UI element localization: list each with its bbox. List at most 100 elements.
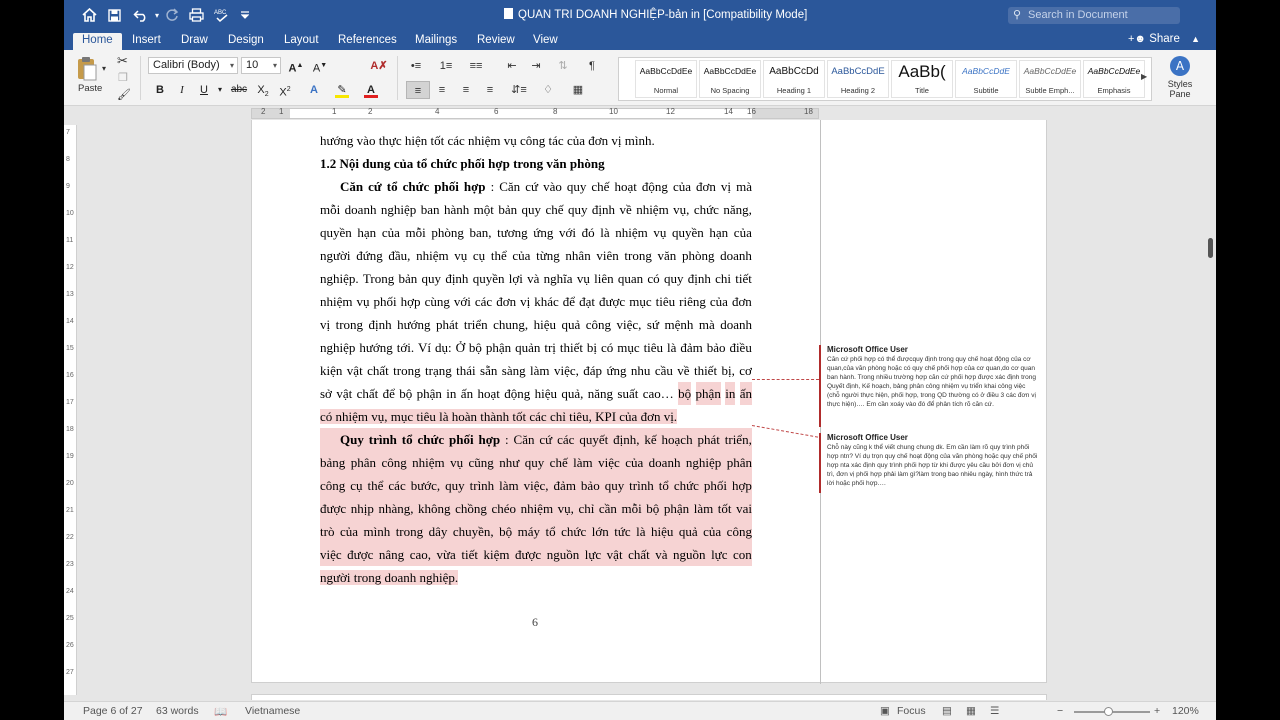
align-right-icon[interactable]: ≡	[454, 81, 478, 99]
search-input[interactable]: ⚲ Search in Document	[1008, 7, 1180, 24]
customize-toolbar-icon[interactable]	[240, 6, 250, 24]
align-center-icon[interactable]: ≡	[430, 81, 454, 99]
style-no-spacing[interactable]: AaBbCcDdEe No Spacing	[699, 60, 761, 98]
shrink-font-icon[interactable]: A▼	[310, 57, 330, 75]
document-line[interactable]: nghiệp. Trong bản quy định quyền lợi và nghĩa vụ l…	[320, 267, 752, 290]
highlight-color-icon[interactable]: ✎	[332, 81, 352, 99]
home-icon[interactable]	[80, 6, 98, 24]
style-heading-1[interactable]: AaBbCcDd Heading 1	[763, 60, 825, 98]
numbering-icon[interactable]: 1≡	[434, 57, 458, 75]
sort-icon[interactable]: ⇅	[551, 57, 575, 75]
next-page[interactable]	[251, 694, 1047, 700]
document-line[interactable]: người đứng đầu, nhiệm vụ cụ thể của từng nhân viên…	[320, 244, 752, 267]
show-formatting-marks-icon[interactable]: ¶	[580, 57, 604, 75]
paste-button[interactable]	[76, 56, 102, 81]
vertical-ruler[interactable]: 7 8 9 10 11 12 13 14 15 16 17 18 19 20 21 22 23 24 25 26 27	[64, 125, 77, 695]
document-line[interactable]: hướng vào thực hiện tốt các nhiệm vụ côn…	[320, 129, 752, 152]
undo-dropdown-icon[interactable]: ▾	[153, 6, 161, 24]
document-line[interactable]: Căn cứ tổ chức phối hợp: Căn cứ vào quy chế hoạt độn…	[320, 175, 752, 198]
zoom-slider-knob[interactable]	[1104, 707, 1113, 716]
document-line[interactable]: Quy trình tổ chức phối hợp: Căn cứ các quyết định,…	[320, 428, 752, 451]
redo-icon[interactable]	[164, 6, 180, 24]
bullets-icon[interactable]: •≡	[404, 57, 428, 75]
paste-dropdown-icon[interactable]: ▾	[102, 64, 106, 73]
horizontal-ruler[interactable]: 2 1 1 2 4 6 8 10 12 14 16 18	[64, 107, 1216, 120]
format-painter-icon[interactable]: 🖌	[117, 88, 131, 101]
style-emphasis[interactable]: AaBbCcDdEe Emphasis	[1083, 60, 1145, 98]
style-subtitle[interactable]: AaBbCcDdE Subtitle	[955, 60, 1017, 98]
superscript-icon[interactable]: X2	[275, 81, 295, 99]
tab-layout[interactable]: Layout	[275, 33, 328, 50]
shading-icon[interactable]: ♢	[536, 81, 560, 99]
outline-view-icon[interactable]: ☰	[990, 705, 999, 717]
zoom-level[interactable]: 120%	[1172, 705, 1199, 717]
document-line[interactable]: nhiệm vụ phối hợp cùng với các đơn vị khác để đạt đư…	[320, 290, 752, 313]
subscript-icon[interactable]: X2	[253, 81, 273, 99]
focus-label[interactable]: Focus	[897, 705, 926, 717]
tab-design[interactable]: Design	[219, 33, 273, 50]
document-line[interactable]: sở vật chất để bộ phận in ấn hoạt động hiệu quả, năn…	[320, 382, 752, 405]
style-title[interactable]: AaBb(Title	[891, 60, 953, 98]
share-button[interactable]: +☻ Share ▲	[1128, 33, 1200, 45]
document-line[interactable]: việc được nâng cao, vừa tiết kiệm được nguồn lực v…	[320, 543, 752, 566]
grow-font-icon[interactable]: A▲	[286, 57, 306, 75]
styles-pane-button[interactable]: A Styles Pane	[1162, 56, 1198, 99]
cut-icon[interactable]: ✂	[117, 53, 128, 69]
increase-indent-icon[interactable]: ⇥	[524, 57, 548, 75]
focus-mode-icon[interactable]: ▣	[880, 705, 890, 717]
italic-icon[interactable]: I	[172, 81, 192, 99]
line-spacing-icon[interactable]: ⇵≡	[507, 81, 531, 99]
tab-mailings[interactable]: Mailings	[406, 33, 466, 50]
document-line[interactable]: có nhiệm vụ, mục tiêu là hoàn thành tốt …	[320, 405, 752, 428]
style-subtle-emphasis[interactable]: AaBbCcDdEe Subtle Emph...	[1019, 60, 1081, 98]
document-line[interactable]: vị trong định hướng phát triển chung, hiệu quả cô…	[320, 313, 752, 336]
scrollbar-thumb[interactable]	[1208, 238, 1213, 258]
style-normal[interactable]: AaBbCcDdEe Normal	[635, 60, 697, 98]
tab-home[interactable]: Home	[73, 33, 122, 50]
font-name-dropdown[interactable]: Calibri (Body) ▾	[148, 57, 238, 74]
document-line[interactable]: 1.2 Nội dung của tổ chức phối hợp trong …	[320, 152, 752, 175]
zoom-out-icon[interactable]: −	[1057, 705, 1063, 717]
proofing-icon[interactable]: 📖	[214, 705, 227, 718]
word-count[interactable]: 63 words	[156, 705, 199, 717]
print-layout-view-icon[interactable]: ▤	[942, 705, 952, 717]
save-icon[interactable]	[106, 6, 122, 24]
document-line[interactable]: trò của mình trong dây chuyền, bộ máy tổ chức lớn t…	[320, 520, 752, 543]
tab-review[interactable]: Review	[468, 33, 524, 50]
clear-formatting-icon[interactable]: A✗	[369, 57, 389, 75]
document-line[interactable]: công cụ thể các bước, quy trình làm việc, đảm bảo q…	[320, 474, 752, 497]
undo-icon[interactable]	[130, 6, 152, 24]
tab-references[interactable]: References	[329, 33, 406, 50]
multilevel-list-icon[interactable]: ≡≡	[464, 57, 488, 75]
comment-balloon[interactable]: Microsoft Office User Căn cứ phối hợp có…	[819, 345, 1039, 427]
tab-draw[interactable]: Draw	[172, 33, 217, 50]
document-line[interactable]: mỗi doanh nghiệp ban hành một bản quy chế quy định…	[320, 198, 752, 221]
document-line[interactable]: được nhịp nhàng, không chồng chéo nhiệm vụ, chỉ c…	[320, 497, 752, 520]
document-canvas[interactable]: hướng vào thực hiện tốt các nhiệm vụ côn…	[77, 120, 1199, 700]
document-line[interactable]: quyền hạn của mỗi phòng ban, tương ứng với đó là nh…	[320, 221, 752, 244]
document-page[interactable]: hướng vào thực hiện tốt các nhiệm vụ côn…	[251, 120, 1047, 684]
print-icon[interactable]	[187, 6, 205, 24]
spelling-check-icon[interactable]: ABC	[212, 6, 230, 24]
font-color-icon[interactable]: A	[361, 81, 381, 99]
strikethrough-icon[interactable]: abc	[227, 81, 251, 99]
align-left-icon[interactable]: ≡	[406, 81, 430, 99]
gallery-scroll-right-icon[interactable]: ▶	[1141, 72, 1147, 81]
justify-icon[interactable]: ≡	[478, 81, 502, 99]
web-layout-view-icon[interactable]: ▦	[966, 705, 976, 717]
style-heading-2[interactable]: AaBbCcDdE Heading 2	[827, 60, 889, 98]
tab-view[interactable]: View	[524, 33, 567, 50]
document-body[interactable]: hướng vào thực hiện tốt các nhiệm vụ côn…	[320, 129, 752, 589]
language[interactable]: Vietnamese	[245, 705, 300, 717]
document-line[interactable]: nghiệp hướng tới. Ví dụ: Ởbộ phận quản trị thiết b…	[320, 336, 752, 359]
document-line[interactable]: người trong doanh nghiệp.	[320, 566, 752, 589]
page-count[interactable]: Page 6 of 27	[83, 705, 143, 717]
document-line[interactable]: bảng phân công nhiệm vụ cũng như quy chế làm việc c…	[320, 451, 752, 474]
borders-icon[interactable]: ▦	[566, 81, 590, 99]
zoom-in-icon[interactable]: +	[1154, 705, 1160, 717]
vertical-scrollbar[interactable]	[1206, 120, 1216, 700]
bold-icon[interactable]: B	[150, 81, 170, 99]
decrease-indent-icon[interactable]: ⇤	[500, 57, 524, 75]
document-line[interactable]: kiện vật chất trong trạng thái sẵn sàng làm việc,…	[320, 359, 752, 382]
tab-insert[interactable]: Insert	[123, 33, 170, 50]
